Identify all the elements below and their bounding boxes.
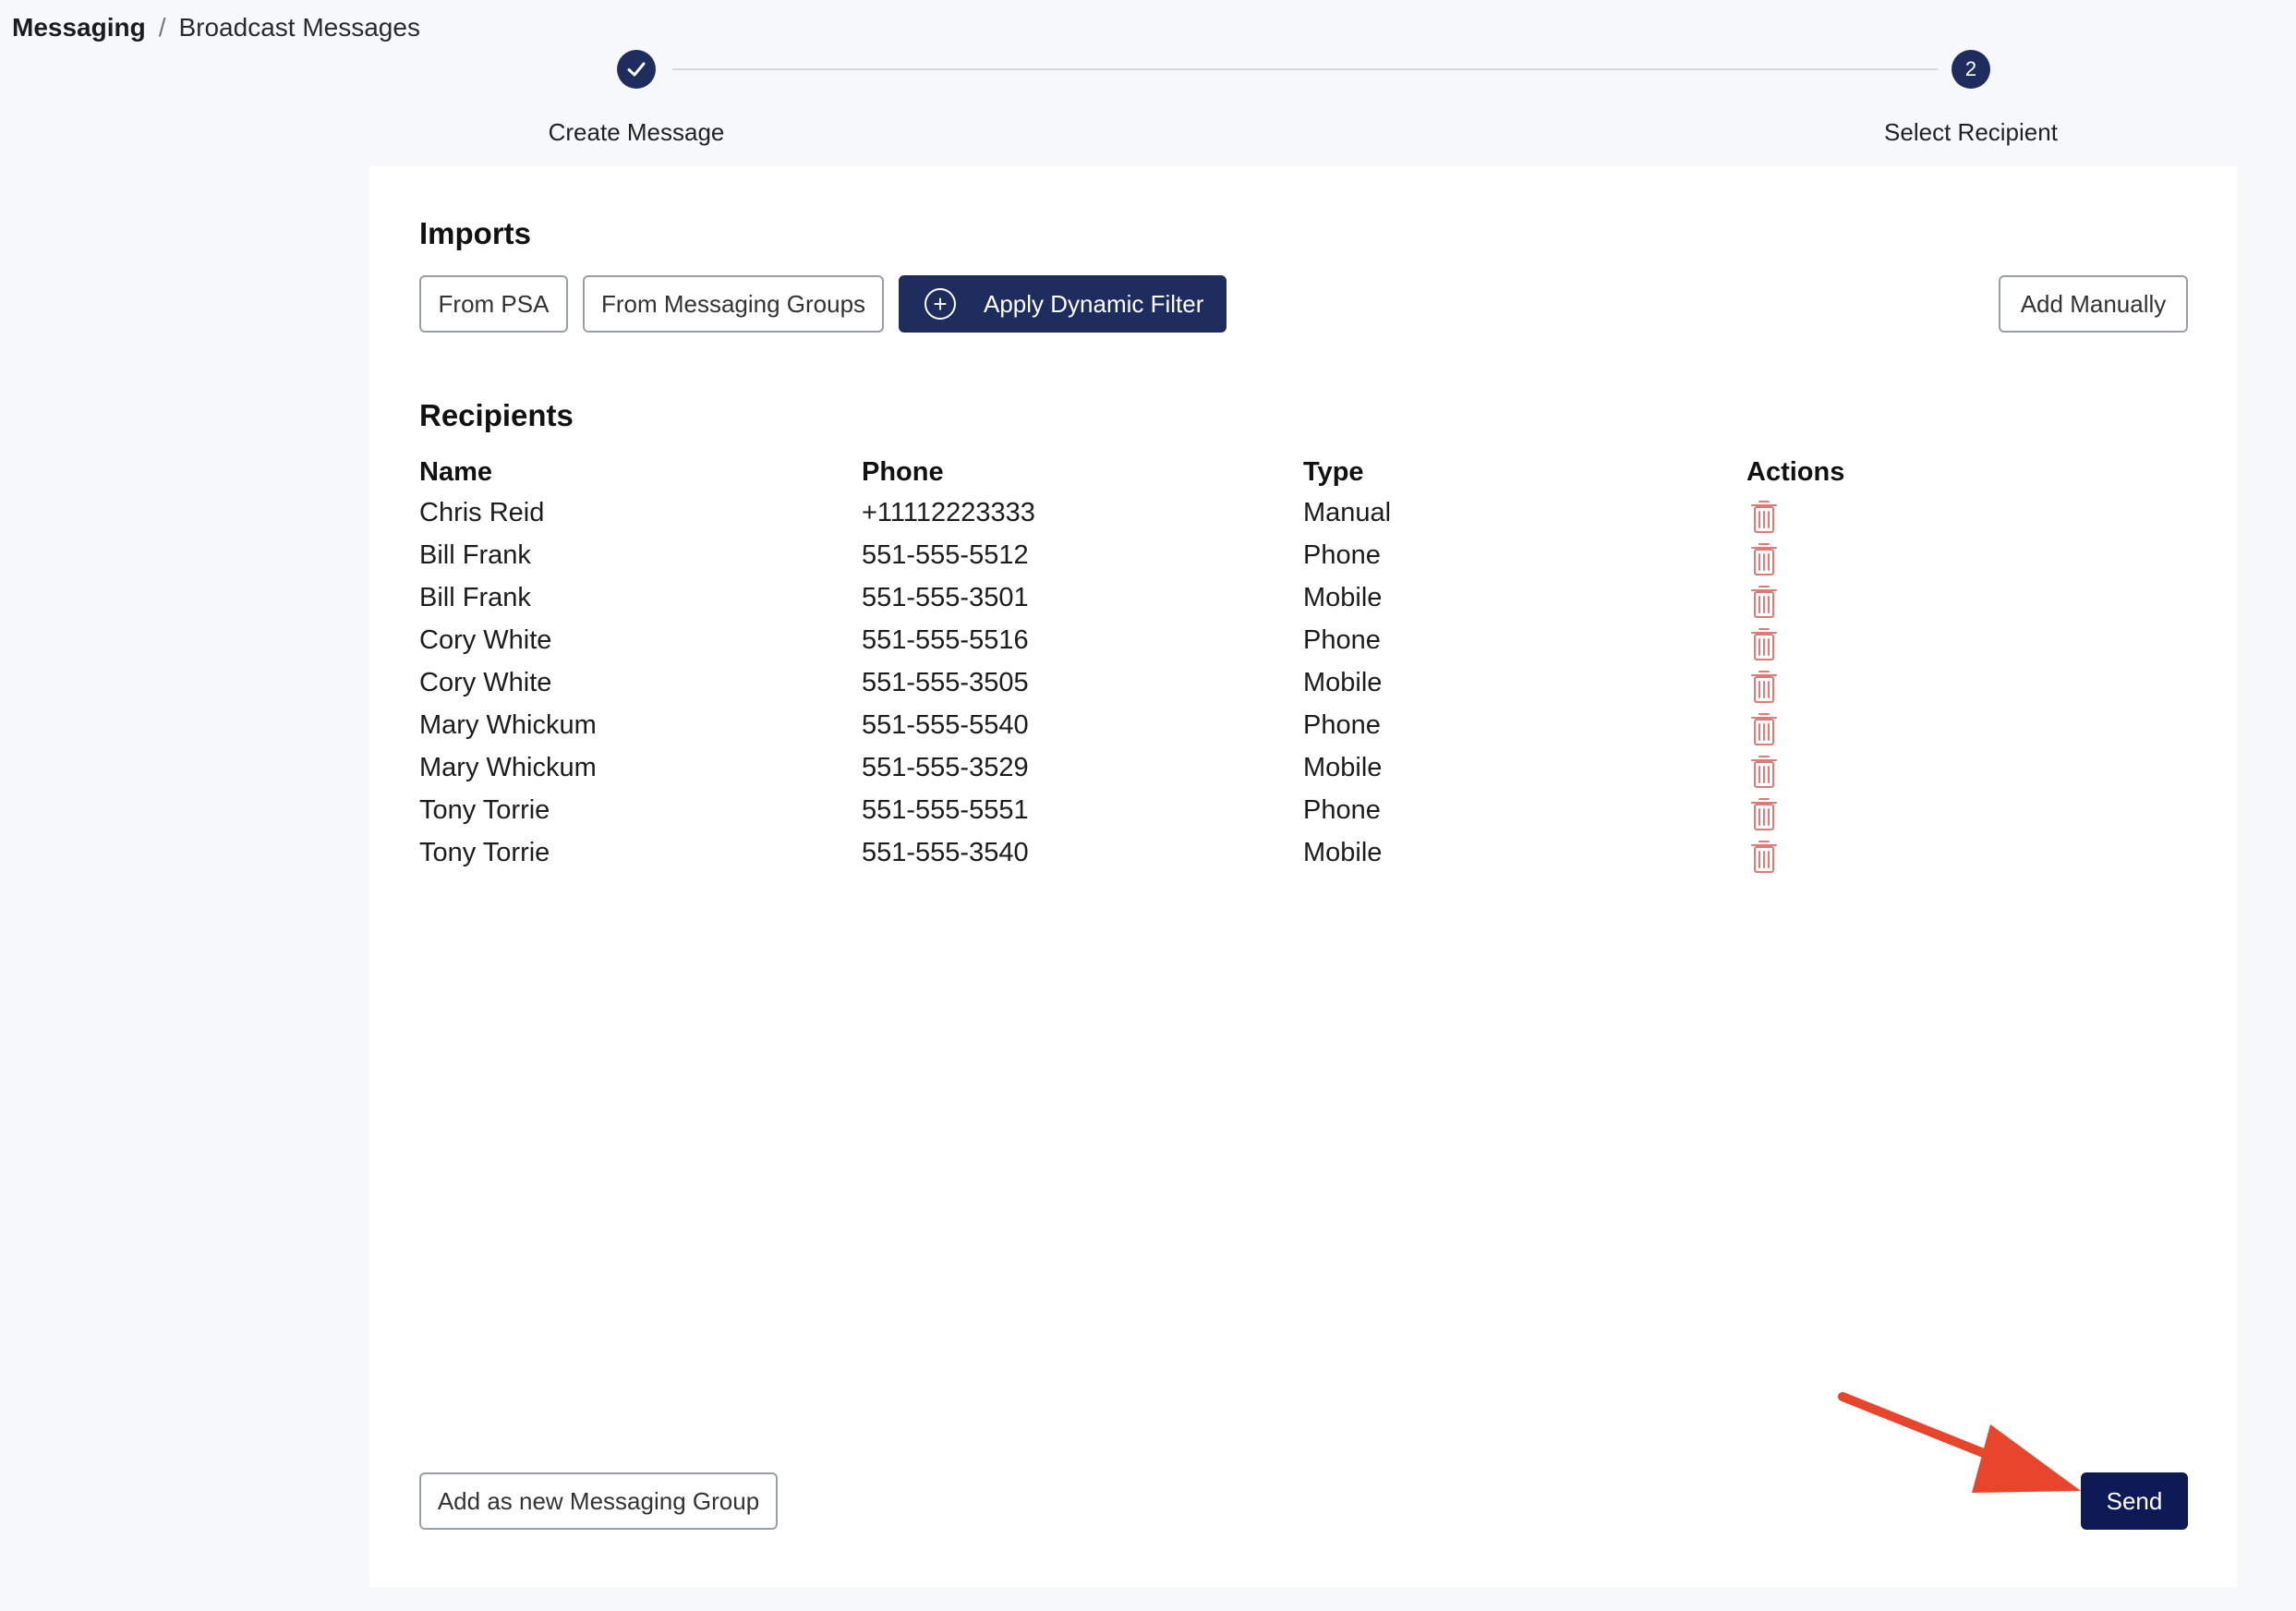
check-icon <box>627 62 646 77</box>
imports-title: Imports <box>419 216 532 250</box>
table-row: Chris Reid +11112223333 Manual <box>419 498 1989 540</box>
recipient-name: Tony Torrie <box>419 795 550 825</box>
table-header: Name Phone Type Actions <box>419 457 1989 498</box>
recipient-phone: 551-555-3501 <box>862 583 1029 612</box>
from-psa-button[interactable]: From PSA <box>419 275 568 333</box>
recipients-title: Recipients <box>419 398 574 432</box>
recipient-name: Bill Frank <box>419 583 531 612</box>
recipient-name: Mary Whickum <box>419 710 597 740</box>
table-row: Mary Whickum 551-555-5540 Phone <box>419 710 1989 753</box>
trash-icon[interactable] <box>1749 710 1779 747</box>
recipient-phone: 551-555-3540 <box>862 838 1029 867</box>
recipient-name: Cory White <box>419 668 552 697</box>
recipient-card: Imports From PSA From Messaging Groups +… <box>369 166 2237 1587</box>
table-row: Cory White 551-555-5516 Phone <box>419 625 1989 668</box>
stepper-connector <box>672 68 1938 70</box>
trash-icon[interactable] <box>1749 753 1779 790</box>
trash-icon[interactable] <box>1749 625 1779 662</box>
recipient-name: Cory White <box>419 625 552 655</box>
recipient-type: Mobile <box>1303 583 1383 612</box>
recipient-phone: 551-555-3529 <box>862 753 1029 782</box>
trash-icon[interactable] <box>1749 540 1779 577</box>
trash-icon[interactable] <box>1749 498 1779 535</box>
trash-icon[interactable] <box>1749 838 1779 875</box>
step-1-indicator[interactable] <box>617 50 656 89</box>
step-2-label: Select Recipient <box>1884 118 2058 146</box>
recipient-type: Phone <box>1303 795 1381 825</box>
trash-icon[interactable] <box>1749 583 1779 620</box>
column-header-name: Name <box>419 457 492 487</box>
add-as-new-messaging-group-button[interactable]: Add as new Messaging Group <box>419 1472 778 1530</box>
recipient-phone: 551-555-5512 <box>862 540 1029 570</box>
recipient-name: Chris Reid <box>419 498 545 527</box>
trash-icon[interactable] <box>1749 795 1779 832</box>
table-row: Mary Whickum 551-555-3529 Mobile <box>419 753 1989 795</box>
recipients-table: Name Phone Type Actions Chris Reid +11112… <box>419 457 1989 880</box>
recipient-name: Tony Torrie <box>419 838 550 867</box>
table-row: Tony Torrie 551-555-3540 Mobile <box>419 838 1989 880</box>
from-messaging-groups-button[interactable]: From Messaging Groups <box>583 275 884 333</box>
recipient-phone: +11112223333 <box>862 498 1035 527</box>
trash-icon[interactable] <box>1749 668 1779 705</box>
column-header-type: Type <box>1303 457 1364 487</box>
recipient-name: Mary Whickum <box>419 753 597 782</box>
recipient-phone: 551-555-5516 <box>862 625 1029 655</box>
recipient-type: Phone <box>1303 540 1381 570</box>
recipient-phone: 551-555-5540 <box>862 710 1029 740</box>
table-row: Tony Torrie 551-555-5551 Phone <box>419 795 1989 838</box>
apply-dynamic-filter-button[interactable]: + Apply Dynamic Filter <box>899 275 1227 333</box>
stepper: Create Message 2 Select Recipient <box>0 0 2296 157</box>
recipient-phone: 551-555-5551 <box>862 795 1029 825</box>
step-2-indicator[interactable]: 2 <box>1952 50 1990 89</box>
table-row: Cory White 551-555-3505 Mobile <box>419 668 1989 710</box>
table-row: Bill Frank 551-555-3501 Mobile <box>419 583 1989 625</box>
column-header-actions: Actions <box>1746 457 1845 487</box>
recipient-type: Phone <box>1303 625 1381 655</box>
recipient-type: Mobile <box>1303 838 1383 867</box>
annotation-arrow <box>1838 1392 2081 1493</box>
recipient-phone: 551-555-3505 <box>862 668 1029 697</box>
table-row: Bill Frank 551-555-5512 Phone <box>419 540 1989 583</box>
plus-circle-icon: + <box>924 288 956 320</box>
recipient-type: Phone <box>1303 710 1381 740</box>
step-1-label: Create Message <box>548 118 725 146</box>
recipient-name: Bill Frank <box>419 540 531 570</box>
recipient-type: Mobile <box>1303 753 1383 782</box>
apply-dynamic-filter-label: Apply Dynamic Filter <box>984 289 1204 318</box>
recipient-type: Mobile <box>1303 668 1383 697</box>
recipient-type: Manual <box>1303 498 1392 527</box>
column-header-phone: Phone <box>862 457 944 487</box>
add-manually-button[interactable]: Add Manually <box>1999 275 2188 333</box>
